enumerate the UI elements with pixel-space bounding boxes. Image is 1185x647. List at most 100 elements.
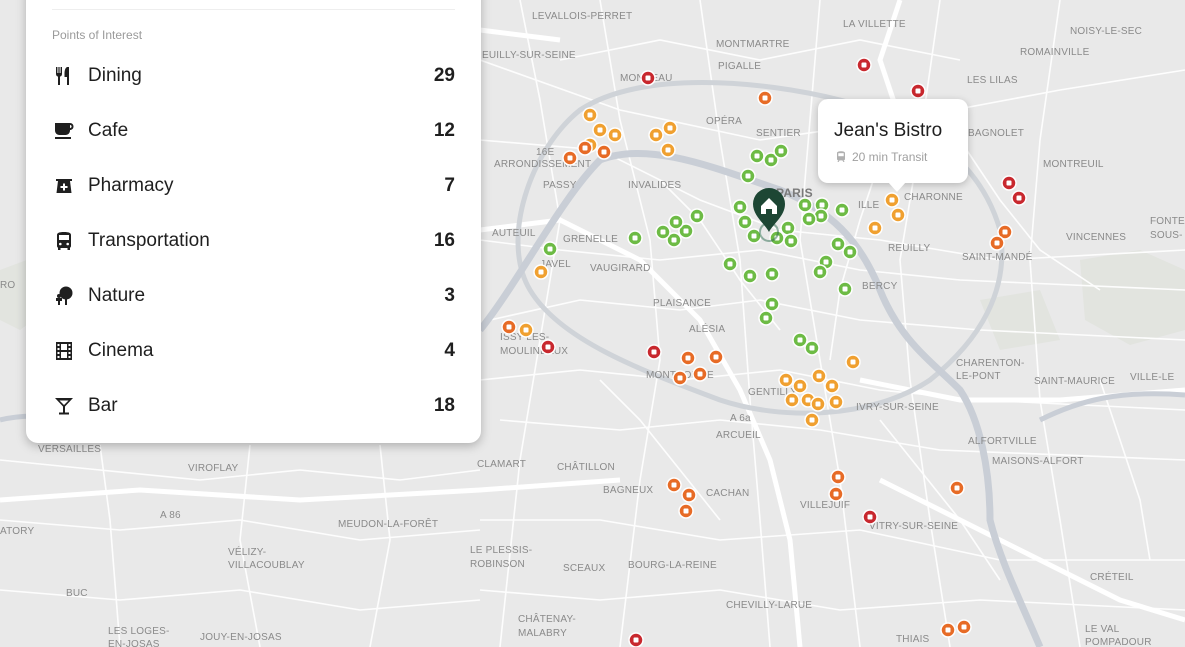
tooltip-subtitle-row: 20 min Transit	[836, 150, 927, 164]
poi-item-dining[interactable]: Dining 29	[52, 48, 455, 103]
poi-marker-glyph	[788, 238, 794, 244]
map-label: 16E	[536, 147, 555, 158]
poi-marker-glyph	[1006, 180, 1012, 186]
map-label: IVRY-SUR-SEINE	[856, 402, 939, 413]
map-label: CACHAN	[706, 488, 749, 499]
poi-item-transportation[interactable]: Transportation 16	[52, 213, 455, 268]
map-label: MEUDON-LA-FORÊT	[338, 517, 438, 530]
poi-marker-glyph	[785, 225, 791, 231]
poi-marker-glyph	[683, 508, 689, 514]
poi-marker-glyph	[660, 229, 666, 235]
poi-marker-glyph	[833, 399, 839, 405]
poi-marker-glyph	[797, 383, 803, 389]
poi-item-label: Pharmacy	[88, 174, 174, 196]
map-label: VERSAILLES	[38, 444, 101, 455]
poi-marker-glyph	[1002, 229, 1008, 235]
poi-item-label: Dining	[88, 64, 142, 86]
poi-marker-glyph	[754, 153, 760, 159]
map-label: THIAIS	[896, 634, 930, 645]
place-tooltip[interactable]: Jean's Bistro 20 min Transit	[818, 99, 968, 192]
map-label: SAINT-MAURICE	[1034, 376, 1115, 387]
poi-marker-glyph	[768, 157, 774, 163]
poi-marker-glyph	[809, 417, 815, 423]
poi-marker-glyph	[769, 271, 775, 277]
map-label: RO	[0, 280, 15, 291]
poi-marker-glyph	[763, 315, 769, 321]
poi-marker-glyph	[686, 492, 692, 498]
poi-marker-glyph	[839, 207, 845, 213]
poi-marker-glyph	[895, 212, 901, 218]
map-label: VÉLIZY-	[228, 545, 266, 558]
poi-marker-glyph	[889, 197, 895, 203]
map-label: PASSY	[543, 180, 577, 191]
poi-marker-glyph	[915, 88, 921, 94]
map-label: LE-PONT	[956, 371, 1001, 382]
poi-marker-glyph	[547, 246, 553, 252]
poi-item-nature[interactable]: Nature 3	[52, 268, 455, 323]
poi-marker-glyph	[713, 354, 719, 360]
poi-item-cinema[interactable]: Cinema 4	[52, 323, 455, 378]
poi-item-pharmacy[interactable]: Pharmacy 7	[52, 158, 455, 213]
poi-item-label: Transportation	[88, 229, 210, 251]
poi-marker-glyph	[633, 637, 639, 643]
poi-marker-glyph	[582, 145, 588, 151]
poi-marker-glyph	[789, 397, 795, 403]
map-label: SAINT-MANDÉ	[962, 250, 1033, 263]
poi-item-bar[interactable]: Bar 18	[52, 378, 455, 433]
map-label: VILLE-LE	[1130, 372, 1175, 383]
map-label: VAUGIRARD	[590, 263, 651, 274]
film-icon	[52, 339, 76, 363]
poi-marker-glyph	[823, 259, 829, 265]
poi-marker-glyph	[835, 474, 841, 480]
map-label: GRENELLE	[563, 234, 618, 245]
poi-marker-glyph	[994, 240, 1000, 246]
poi-marker-glyph	[797, 337, 803, 343]
map-label: CHEVILLY-LARUE	[726, 600, 812, 611]
poi-marker-glyph	[816, 373, 822, 379]
poi-marker-glyph	[872, 225, 878, 231]
poi-marker-glyph	[762, 95, 768, 101]
poi-item-count: 29	[433, 64, 455, 86]
map-label: BOURG-LA-REINE	[628, 560, 717, 571]
map-label: BAGNEUX	[603, 485, 653, 496]
poi-item-label: Nature	[88, 284, 146, 306]
map-label: INVALIDES	[628, 180, 681, 191]
map-label: A 6a	[730, 413, 751, 424]
map-label: CHÂTENAY-	[518, 612, 576, 625]
poi-marker-glyph	[819, 202, 825, 208]
poi-marker-glyph	[817, 269, 823, 275]
map-label: FONTE	[1150, 216, 1185, 227]
cocktail-glass-icon	[52, 394, 76, 418]
poi-list: Dining 29 Cafe 12 Pharmacy 7 Transportat…	[52, 48, 455, 433]
map-label: SOUS-	[1150, 230, 1183, 241]
map-label: VILLACOUBLAY	[228, 560, 305, 571]
map-label: CLAMART	[477, 459, 526, 470]
map-label: ALÉSIA	[689, 322, 725, 335]
map-label: PIGALLE	[718, 61, 761, 72]
poi-marker-glyph	[671, 237, 677, 243]
map-label: MONTREUIL	[1043, 159, 1104, 170]
poi-marker-glyph	[697, 371, 703, 377]
poi-marker-glyph	[769, 301, 775, 307]
map-label: PLAISANCE	[653, 298, 711, 309]
poi-marker-glyph	[783, 377, 789, 383]
map-label: JOUY-EN-JOSAS	[200, 632, 282, 643]
poi-item-cafe[interactable]: Cafe 12	[52, 103, 455, 158]
map-label: VITRY-SUR-SEINE	[869, 521, 958, 532]
poi-marker-glyph	[651, 349, 657, 355]
map-label: LES LILAS	[967, 75, 1018, 86]
map-label: EN-JOSAS	[108, 639, 160, 647]
poi-marker-glyph	[751, 233, 757, 239]
poi-marker-glyph	[954, 485, 960, 491]
poi-marker-glyph	[671, 482, 677, 488]
map-label: POMPADOUR	[1085, 637, 1152, 647]
map-label: ROBINSON	[470, 559, 525, 570]
map-label: MAISONS-ALFORT	[992, 456, 1084, 467]
poi-marker-glyph	[567, 155, 573, 161]
map-label: MONTMARTRE	[716, 39, 790, 50]
poi-item-label: Cafe	[88, 119, 129, 141]
poi-item-count: 4	[444, 339, 455, 361]
poi-item-count: 12	[433, 119, 455, 141]
poi-marker-glyph	[742, 219, 748, 225]
poi-item-count: 16	[433, 229, 455, 251]
